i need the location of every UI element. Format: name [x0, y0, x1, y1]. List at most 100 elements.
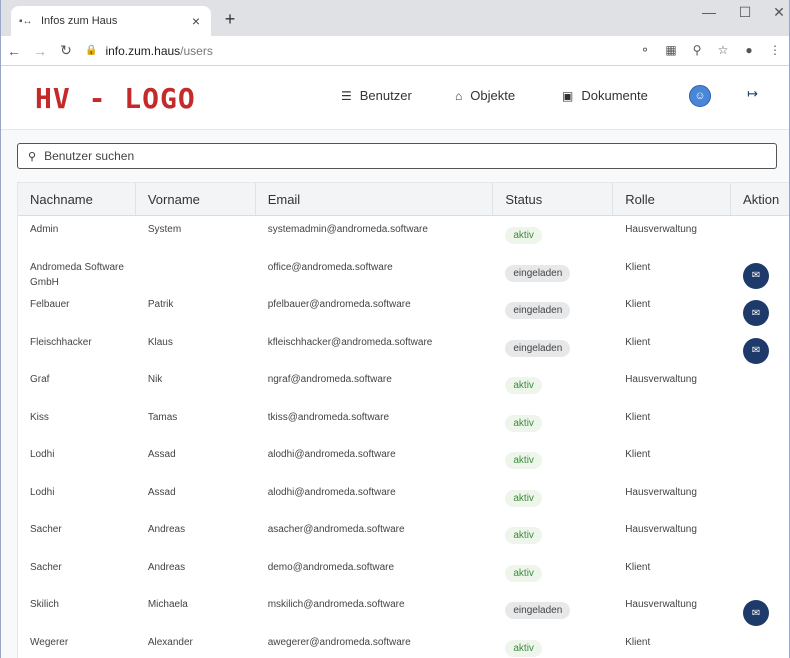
cell-status: aktiv — [493, 366, 613, 404]
column-header[interactable]: Status — [493, 183, 614, 215]
cell-aktion: ✉ — [731, 591, 789, 629]
column-header[interactable]: Rolle — [613, 183, 732, 215]
send-invite-mail-button[interactable]: ✉ — [743, 337, 770, 364]
close-window-icon[interactable]: ✕ — [771, 4, 787, 21]
cell-aktion — [731, 516, 789, 554]
table-row[interactable]: Andromeda Software GmbH office@andromeda.… — [18, 254, 789, 292]
mail-icon: ✉ — [751, 607, 761, 619]
cell-rolle: Klient — [625, 336, 651, 348]
tab-title: Infos zum Haus — [41, 15, 118, 27]
mail-icon: ✉ — [751, 270, 761, 281]
bookmark-star-icon[interactable]: ☆ — [715, 43, 731, 57]
browser-toolbar: ← → ↻ 🔒 info.zum.haus/users ⚬ ▦ ⚲ ☆ ● ⋮ — [1, 36, 789, 66]
table-row[interactable]: Lodhi Assad alodhi@andromeda.software aktiv… — [18, 441, 789, 479]
close-tab-icon[interactable]: × — [189, 13, 203, 29]
database-icon: ☰ — [341, 88, 352, 103]
send-invite-mail-button[interactable]: ✉ — [743, 300, 770, 326]
browser-tab[interactable]: ▪↔ Infos zum Haus × — [11, 6, 211, 36]
search-icon: ⚲ — [28, 150, 37, 163]
cell-vorname — [136, 254, 256, 292]
column-header[interactable]: Vorname — [136, 183, 256, 215]
key-icon[interactable]: ⚬ — [637, 43, 653, 57]
nav-dokumente[interactable]: ▣ Dokumente — [562, 88, 648, 103]
column-header[interactable]: Aktion — [731, 183, 789, 215]
cell-nachname: Skilich — [30, 599, 59, 610]
logout-icon[interactable]: ↦ — [747, 86, 758, 102]
cell-aktion — [731, 404, 789, 442]
cell-aktion: ✉ — [731, 254, 789, 292]
status-badge: aktiv — [505, 489, 542, 507]
cell-status: eingeladen — [493, 254, 613, 292]
address-bar[interactable]: 🔒 info.zum.haus/users — [85, 44, 213, 58]
table-row[interactable]: Kiss Tamas tkiss@andromeda.software aktiv Kl… — [18, 404, 789, 442]
cell-nachname: Admin — [30, 224, 59, 235]
logo[interactable]: HV - LOGO — [35, 82, 196, 115]
status-badge: aktiv — [505, 227, 542, 244]
table-row[interactable]: Sacher Andreas asacher@andromeda.software a… — [18, 516, 789, 554]
table-row[interactable]: Graf Nik ngraf@andromeda.software aktiv Haus… — [18, 366, 789, 404]
search-box[interactable]: ⚲ — [17, 143, 777, 169]
profile-icon[interactable]: ● — [741, 43, 757, 57]
cell-vorname: Andreas — [147, 524, 186, 535]
cell-nachname: Sacher — [30, 561, 62, 573]
users-table: Nachname Vorname Email Status Rolle Akti… — [17, 182, 789, 658]
new-tab-icon[interactable]: + — [221, 9, 239, 30]
cell-aktion — [731, 554, 789, 592]
table-row[interactable]: Wegerer Alexander awegerer@andromeda.softw… — [18, 629, 789, 658]
column-header[interactable]: Nachname — [18, 183, 136, 215]
home-icon: ⌂ — [455, 88, 463, 103]
nav-label: Objekte — [470, 88, 516, 103]
cell-rolle: Klient — [625, 411, 651, 423]
maximize-icon[interactable]: ☐ — [737, 4, 753, 21]
translate-icon[interactable]: ▦ — [663, 43, 679, 57]
reload-icon[interactable]: ↻ — [53, 42, 79, 59]
cell-vorname: Patrik — [147, 299, 174, 310]
cell-email: office@andromeda.software — [267, 261, 393, 273]
cell-status: aktiv — [493, 216, 613, 254]
table-row[interactable]: Admin System systemadmin@andromeda.softwar… — [18, 216, 789, 254]
send-invite-mail-button[interactable]: ✉ — [743, 600, 770, 626]
favicon-icon: ▪↔ — [19, 15, 33, 27]
send-invite-mail-button[interactable]: ✉ — [743, 262, 770, 289]
menu-kebab-icon[interactable]: ⋮ — [767, 43, 783, 57]
cell-nachname: Kiss — [30, 411, 49, 423]
url-host: info.zum.haus — [105, 43, 181, 58]
cell-aktion — [731, 216, 789, 254]
forward-icon[interactable]: → — [27, 43, 53, 59]
cell-email: pfelbauer@andromeda.software — [267, 299, 411, 310]
table-row[interactable]: Sacher Andreas demo@andromeda.software akti… — [18, 554, 789, 592]
cell-vorname: Nik — [147, 374, 163, 385]
table-row[interactable]: Lodhi Assad alodhi@andromeda.software aktiv… — [18, 479, 789, 517]
mail-icon: ✉ — [751, 307, 761, 319]
table-body: Admin System systemadmin@andromeda.softwar… — [18, 216, 789, 658]
avatar[interactable]: ☺ — [689, 85, 711, 107]
nav-objekte[interactable]: ⌂ Objekte — [455, 88, 515, 103]
cell-status: aktiv — [493, 554, 613, 592]
cell-rolle: Hausverwaltung — [625, 599, 697, 610]
table-row[interactable]: Skilich Michaela mskilich@andromeda.softwa… — [18, 591, 789, 629]
cell-aktion: ✉ — [731, 291, 789, 329]
cell-rolle: Klient — [625, 299, 651, 310]
cell-nachname: Lodhi — [30, 449, 55, 460]
cell-status: eingeladen — [493, 591, 613, 629]
main-content: ⚲ Nachname Vorname Email Status Rolle Ak… — [1, 130, 789, 658]
table-row[interactable]: Felbauer Patrik pfelbauer@andromeda.softwa… — [18, 291, 789, 329]
cell-rolle: Hausverwaltung — [625, 524, 697, 535]
cell-rolle: Klient — [625, 449, 651, 460]
status-badge: aktiv — [505, 564, 542, 582]
cell-rolle: Klient — [625, 561, 651, 573]
cell-email: alodhi@andromeda.software — [267, 486, 396, 498]
table-row[interactable]: Fleischhacker Klaus kfleischhacker@androme… — [18, 329, 789, 367]
cell-aktion — [731, 479, 789, 517]
cell-aktion — [731, 629, 789, 658]
nav-benutzer[interactable]: ☰ Benutzer — [341, 88, 412, 103]
minimize-icon[interactable]: — — [701, 4, 717, 20]
search-input[interactable] — [44, 149, 645, 163]
back-icon[interactable]: ← — [1, 43, 27, 59]
status-badge: aktiv — [505, 452, 542, 469]
column-header[interactable]: Email — [256, 183, 494, 215]
archive-icon: ▣ — [562, 88, 574, 103]
cell-rolle: Klient — [625, 636, 651, 648]
cell-email: kfleischhacker@andromeda.software — [267, 336, 433, 348]
zoom-icon[interactable]: ⚲ — [689, 43, 705, 57]
